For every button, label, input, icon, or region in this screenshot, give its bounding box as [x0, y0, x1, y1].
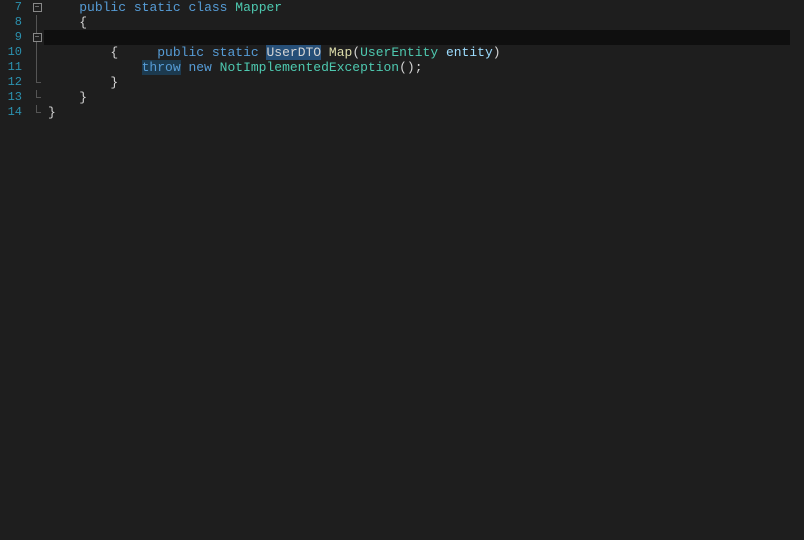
indent [48, 0, 79, 15]
type-name: UserEntity [360, 45, 438, 60]
vertical-scrollbar[interactable] [790, 0, 804, 540]
fold-end [30, 105, 44, 120]
fold-guide [30, 45, 44, 60]
code-area[interactable]: public static class Mapper { public stat… [44, 0, 804, 540]
code-line[interactable]: { [44, 15, 804, 30]
type-name: Mapper [235, 0, 282, 15]
line-number: 14 [0, 105, 22, 120]
fold-toggle[interactable]: − [30, 30, 44, 45]
line-number: 8 [0, 15, 22, 30]
selected-type: UserDTO [266, 45, 321, 60]
line-number-gutter: 7 8 9 10 11 12 13 14 [0, 0, 30, 540]
keyword: public [79, 0, 126, 15]
fold-guide [30, 60, 44, 75]
keyword: new [188, 60, 211, 75]
brace: } [48, 90, 87, 105]
line-number: 9 [0, 30, 22, 45]
keyword: public [157, 45, 204, 60]
type-name: NotImplementedException [220, 60, 399, 75]
code-line[interactable]: } [44, 75, 804, 90]
keyword: throw [142, 60, 181, 75]
code-line[interactable]: throw new NotImplementedException(); [44, 60, 804, 75]
brace: } [48, 75, 118, 90]
fold-guide [30, 15, 44, 30]
fold-toggle[interactable]: − [30, 0, 44, 15]
brace: { [48, 15, 87, 30]
code-line[interactable]: public static class Mapper [44, 0, 804, 15]
fold-end [30, 75, 44, 90]
brace: } [48, 105, 56, 120]
line-number: 11 [0, 60, 22, 75]
line-number: 10 [0, 45, 22, 60]
keyword: class [188, 0, 227, 15]
param-name: entity [446, 45, 493, 60]
code-line[interactable]: public static UserDTO Map(UserEntity ent… [44, 30, 804, 45]
fold-gutter: − − [30, 0, 44, 540]
keyword: static [212, 45, 259, 60]
keyword: static [134, 0, 181, 15]
fold-end [30, 90, 44, 105]
brace: { [48, 45, 118, 60]
line-number: 7 [0, 0, 22, 15]
code-editor[interactable]: 7 8 9 10 11 12 13 14 − − public static c… [0, 0, 804, 540]
code-line[interactable]: } [44, 105, 804, 120]
method-name: Map [329, 45, 352, 60]
line-number: 12 [0, 75, 22, 90]
code-line[interactable]: } [44, 90, 804, 105]
indent [48, 60, 142, 75]
line-number: 13 [0, 90, 22, 105]
